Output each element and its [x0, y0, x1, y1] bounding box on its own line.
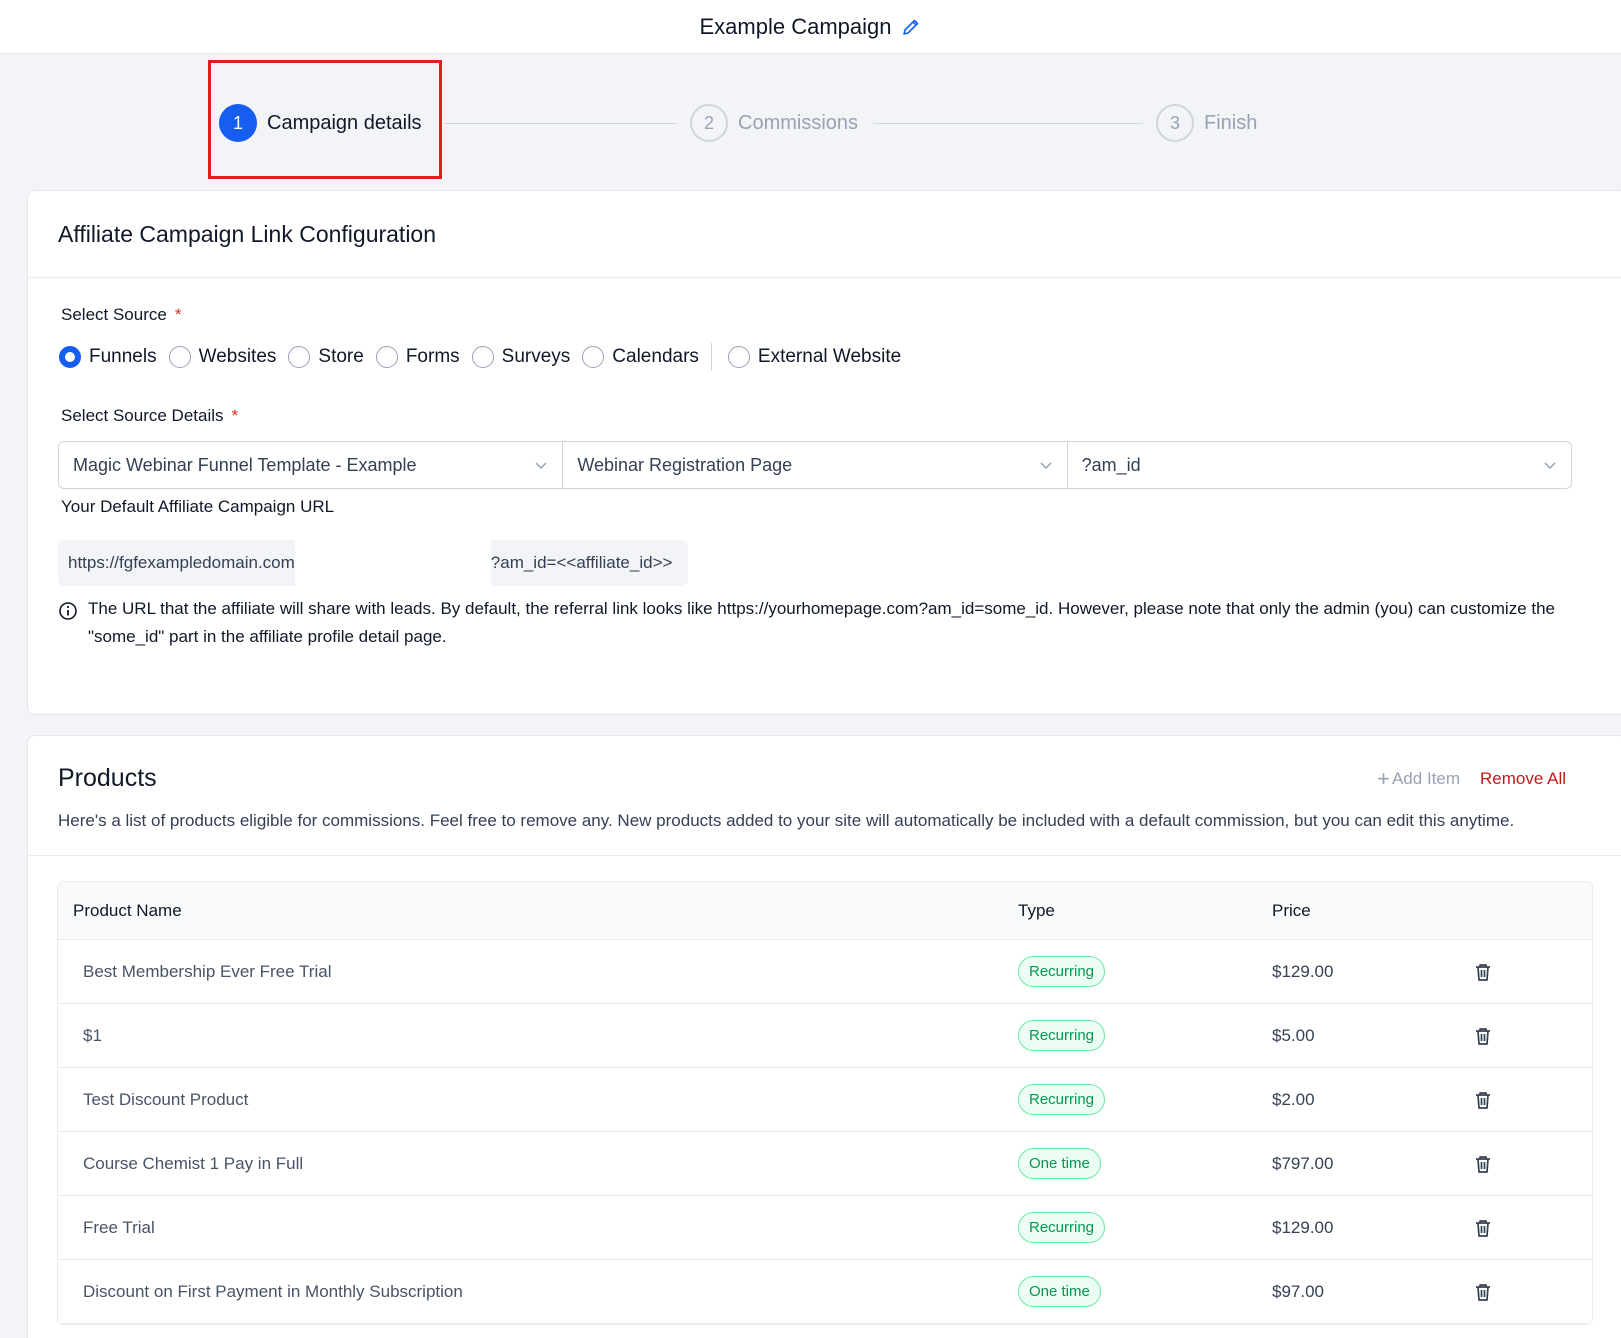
type-badge: One time	[1018, 1148, 1101, 1179]
type-badge: Recurring	[1018, 1212, 1106, 1243]
radio-calendars[interactable]: Calendars	[582, 346, 699, 368]
card-header: Affiliate Campaign Link Configuration	[28, 191, 1621, 278]
product-name: Course Chemist 1 Pay in Full	[83, 1153, 304, 1173]
step-label: Commissions	[738, 111, 859, 134]
type-badge: Recurring	[1018, 1020, 1106, 1051]
campaign-title: Example Campaign	[699, 13, 892, 39]
product-price: $129.00	[1272, 1217, 1334, 1237]
column-header: Type	[1018, 900, 1055, 920]
param-select[interactable]: ?am_id	[1068, 442, 1571, 488]
radio-surveys[interactable]: Surveys	[471, 346, 570, 368]
step-commissions[interactable]: 2 Commissions	[690, 104, 858, 142]
radio-dot[interactable]	[375, 346, 398, 368]
info-text: The URL that the affiliate will share wi…	[88, 599, 1556, 646]
product-price: $797.00	[1272, 1153, 1334, 1173]
select-source-label: Select Source *	[61, 305, 182, 324]
chevron-down-icon	[1040, 462, 1052, 470]
type-badge: Recurring	[1018, 956, 1106, 987]
step-campaign-details[interactable]: 1 Campaign details	[219, 104, 422, 142]
redacted-area	[294, 540, 491, 586]
step-number: 2	[690, 104, 728, 142]
trash-icon[interactable]	[1472, 1153, 1494, 1175]
table-row: $1 Recurring $5.00	[58, 1004, 1592, 1068]
product-price: $2.00	[1272, 1089, 1315, 1109]
trash-icon[interactable]	[1472, 1281, 1494, 1303]
pencil-icon[interactable]	[901, 17, 921, 37]
product-price: $5.00	[1272, 1025, 1315, 1045]
step-label: Campaign details	[267, 111, 422, 134]
products-actions: + Add Item Remove All	[1377, 766, 1566, 792]
radio-dot[interactable]	[727, 346, 750, 368]
radio-funnels[interactable]: Funnels	[59, 346, 157, 368]
type-badge: Recurring	[1018, 1084, 1106, 1115]
link-config-card: Affiliate Campaign Link Configuration Se…	[27, 190, 1621, 715]
radio-forms[interactable]: Forms	[375, 346, 460, 368]
type-badge: One time	[1018, 1276, 1101, 1307]
trash-icon[interactable]	[1472, 1025, 1494, 1047]
product-name: Test Discount Product	[83, 1089, 249, 1109]
step-connector	[445, 123, 677, 124]
radio-store[interactable]: Store	[288, 346, 364, 368]
radio-dot[interactable]	[59, 346, 81, 368]
radio-websites[interactable]: Websites	[168, 346, 276, 368]
table-row: Free Trial Recurring $129.00	[58, 1196, 1592, 1260]
remove-all-button[interactable]: Remove All	[1480, 769, 1566, 789]
url-prefix: https://fgfexampledomain.com	[68, 553, 295, 572]
products-table: Product Name Type Price Best Membership …	[57, 881, 1593, 1325]
product-name: Best Membership Ever Free Trial	[83, 961, 332, 981]
source-radio-group: Funnels Websites Store Forms Surveys Cal…	[59, 343, 913, 371]
products-card: Products Here's a list of products eligi…	[27, 735, 1621, 1338]
info-icon	[59, 602, 77, 620]
product-price: $97.00	[1272, 1281, 1324, 1301]
top-bar: Example Campaign	[0, 0, 1621, 54]
trash-icon[interactable]	[1472, 1217, 1494, 1239]
radio-divider	[710, 343, 712, 371]
column-header: Product Name	[73, 900, 182, 920]
chevron-down-icon	[535, 462, 547, 470]
plus-icon: +	[1377, 766, 1390, 791]
default-url-display: https://fgfexampledomain.com ?am_id=<<af…	[58, 540, 688, 586]
table-header: Product Name Type Price	[58, 882, 1592, 940]
table-row: Best Membership Ever Free Trial Recurrin…	[58, 940, 1592, 1004]
chevron-down-icon	[1544, 462, 1556, 470]
product-name: $1	[83, 1025, 102, 1045]
products-title: Products	[58, 764, 157, 792]
step-connector	[873, 123, 1143, 124]
radio-dot[interactable]	[288, 346, 311, 368]
step-label: Finish	[1204, 111, 1258, 134]
radio-dot[interactable]	[471, 346, 494, 368]
url-info: The URL that the affiliate will share wi…	[58, 595, 1578, 651]
product-price: $129.00	[1272, 961, 1334, 981]
radio-external-website[interactable]: External Website	[727, 346, 901, 368]
step-number: 1	[219, 104, 257, 142]
trash-icon[interactable]	[1472, 1089, 1494, 1111]
radio-dot[interactable]	[168, 346, 191, 368]
products-header: Products Here's a list of products eligi…	[28, 736, 1621, 856]
stepper: 1 Campaign details 2 Commissions 3 Finis…	[0, 54, 1621, 190]
table-row: Test Discount Product Recurring $2.00	[58, 1068, 1592, 1132]
source-details-selects: Magic Webinar Funnel Template - Example …	[58, 441, 1572, 489]
products-description: Here's a list of products eligible for c…	[58, 811, 1515, 830]
product-name: Discount on First Payment in Monthly Sub…	[83, 1281, 463, 1301]
column-header: Price	[1272, 900, 1311, 920]
url-suffix: ?am_id=<<affiliate_id>>	[490, 553, 673, 572]
step-number: 3	[1156, 104, 1194, 142]
table-row: Course Chemist 1 Pay in Full One time $7…	[58, 1132, 1592, 1196]
table-row: Discount on First Payment in Monthly Sub…	[58, 1260, 1592, 1324]
add-item-button[interactable]: + Add Item	[1377, 766, 1460, 792]
default-url-label: Your Default Affiliate Campaign URL	[61, 497, 335, 516]
source-details-label: Select Source Details *	[61, 406, 239, 425]
trash-icon[interactable]	[1472, 961, 1494, 983]
product-name: Free Trial	[83, 1217, 155, 1237]
step-finish[interactable]: 3 Finish	[1156, 104, 1257, 142]
radio-dot[interactable]	[582, 346, 605, 368]
funnel-select[interactable]: Magic Webinar Funnel Template - Example	[59, 442, 564, 488]
card-title: Affiliate Campaign Link Configuration	[58, 221, 437, 247]
page-select[interactable]: Webinar Registration Page	[563, 442, 1068, 488]
